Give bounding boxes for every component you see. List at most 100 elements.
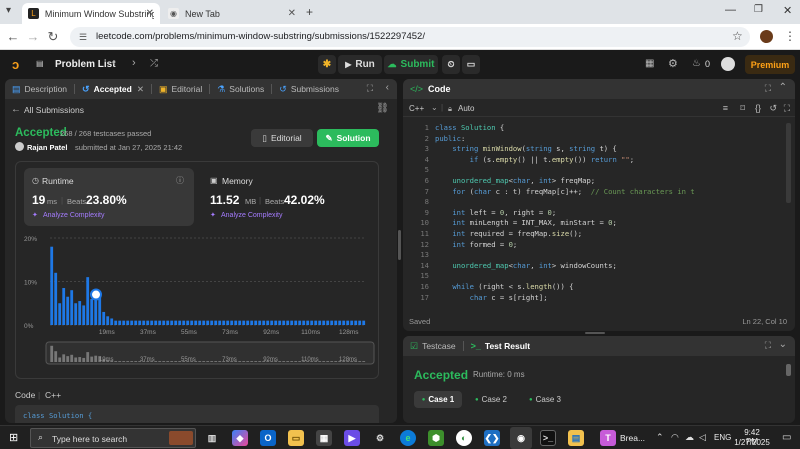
chevron-up-icon[interactable]: ⌃: [656, 432, 664, 443]
chrome-icon[interactable]: ◉: [510, 427, 532, 449]
braces-icon[interactable]: {}: [755, 103, 761, 113]
chart-bar[interactable]: [126, 320, 130, 325]
chart-bar[interactable]: [218, 320, 222, 325]
chart-bar[interactable]: [362, 320, 366, 325]
chart-bar[interactable]: [302, 320, 306, 325]
chart-bar[interactable]: [282, 320, 286, 325]
tab-test-result[interactable]: >_ Test Result: [464, 336, 537, 356]
case-1-button[interactable]: ● Case 1: [414, 391, 462, 408]
shuffle-icon[interactable]: ⤮: [150, 58, 158, 69]
settings-gear-icon[interactable]: ⚙: [372, 430, 388, 446]
submit-button[interactable]: ☁ Submit: [384, 55, 438, 74]
chart-bar[interactable]: [114, 320, 118, 325]
profile-avatar[interactable]: [760, 30, 773, 43]
tab-solutions[interactable]: ⚗ Solutions: [210, 79, 271, 99]
chart-bar[interactable]: [246, 320, 250, 325]
browser-tab-leetcode[interactable]: L Minimum Window Substring - L ✕: [22, 3, 160, 24]
close-window-icon[interactable]: ✕: [783, 4, 792, 17]
chart-bar[interactable]: [110, 318, 114, 325]
memory-card[interactable]: ▣ Memory 11.52 MB | Beats 42.02% ✦ Analy…: [202, 168, 372, 226]
layout-icon[interactable]: ▦: [645, 58, 654, 69]
chart-bar[interactable]: [178, 320, 182, 325]
chart-bar[interactable]: [354, 320, 358, 325]
chart-bar[interactable]: [330, 320, 334, 325]
premium-button[interactable]: Premium: [745, 55, 795, 74]
chart-bar[interactable]: [170, 320, 174, 325]
chart-bar[interactable]: [262, 320, 266, 325]
chart-bar[interactable]: [194, 320, 198, 325]
chart-bar[interactable]: [50, 246, 54, 325]
chart-bar[interactable]: [150, 320, 154, 325]
chart-bar[interactable]: [318, 320, 322, 325]
code-line[interactable]: unordered_map<char, int> windowCounts;: [435, 261, 616, 272]
chart-bar[interactable]: [214, 320, 218, 325]
code-line[interactable]: while (right < s.length()) {: [435, 282, 573, 293]
chart-bar[interactable]: [198, 320, 202, 325]
case-3-button[interactable]: ● Case 3: [521, 391, 569, 408]
language-indicator[interactable]: ENG: [714, 433, 731, 442]
chart-bar[interactable]: [130, 320, 134, 325]
chart-bar[interactable]: [274, 320, 278, 325]
media-player-icon[interactable]: ▶: [344, 430, 360, 446]
username[interactable]: Rajan Patel: [27, 143, 67, 152]
bookmark-star-icon[interactable]: ☆: [732, 29, 743, 43]
panel-resize-handle[interactable]: [398, 230, 401, 260]
collapse-panel-icon[interactable]: ‹: [386, 82, 389, 93]
collapse-panel-icon[interactable]: ⌄: [779, 339, 787, 350]
minecraft-icon[interactable]: ⬢: [428, 430, 444, 446]
chart-bar[interactable]: [234, 320, 238, 325]
chart-bar[interactable]: [82, 305, 86, 325]
chart-bar[interactable]: [162, 320, 166, 325]
next-problem-icon[interactable]: ›: [132, 57, 136, 69]
chart-bar[interactable]: [346, 320, 350, 325]
taskbar-app-label[interactable]: Brea...: [620, 433, 645, 443]
chart-bar[interactable]: [166, 320, 170, 325]
runtime-card[interactable]: ◷ Runtime ⓘ 19 ms | Beats 23.80% ✦ Analy…: [24, 168, 194, 226]
copilot-icon[interactable]: ◆: [232, 430, 248, 446]
new-tab-icon[interactable]: +: [306, 5, 313, 19]
file-explorer-icon[interactable]: ▭: [288, 430, 304, 446]
back-arrow-icon[interactable]: ←: [11, 104, 21, 115]
link-icon[interactable]: ⛓: [376, 103, 389, 114]
all-submissions-link[interactable]: All Submissions: [24, 105, 84, 115]
code-line[interactable]: string minWindow(string s, string t) {: [435, 144, 616, 155]
chart-bar[interactable]: [310, 320, 314, 325]
chart-bar[interactable]: [250, 320, 254, 325]
info-icon[interactable]: ⓘ: [176, 175, 184, 186]
chart-bar[interactable]: [90, 298, 94, 325]
prev-problem-icon[interactable]: ‹: [112, 57, 116, 69]
editorial-button[interactable]: ▯ Editorial: [251, 129, 313, 147]
tab-submissions[interactable]: ↺ Submissions: [272, 79, 346, 99]
maximize-icon[interactable]: ❐: [754, 4, 763, 15]
chart-bar[interactable]: [322, 320, 326, 325]
analyze-complexity-link[interactable]: Analyze Complexity: [43, 212, 104, 219]
chart-bar[interactable]: [222, 320, 226, 325]
problem-list-link[interactable]: Problem List: [55, 59, 116, 70]
chart-bar[interactable]: [102, 311, 106, 325]
code-line[interactable]: if (s.empty() || t.empty()) return "";: [435, 155, 634, 166]
chart-bar[interactable]: [74, 303, 78, 325]
tab-description[interactable]: ▤ Description: [5, 79, 74, 99]
panel-resize-handle[interactable]: [585, 332, 605, 334]
tab-list-icon[interactable]: ▾: [6, 5, 11, 16]
code-line[interactable]: int left = 0, right = 0;: [435, 208, 556, 219]
code-line[interactable]: unordered_map<char, int> freqMap;: [435, 176, 595, 187]
your-runtime-marker[interactable]: [90, 288, 102, 301]
chart-bar[interactable]: [66, 296, 70, 325]
timer-icon[interactable]: ⏲: [442, 55, 460, 74]
wifi-icon[interactable]: ◠: [671, 432, 679, 443]
taskbar-search-box[interactable]: ⌕ Type here to search: [30, 428, 196, 448]
chart-bar[interactable]: [278, 320, 282, 325]
vscode-icon[interactable]: ❮❯: [484, 430, 500, 446]
chart-bar[interactable]: [358, 320, 362, 325]
collapse-panel-icon[interactable]: ⌃: [779, 82, 787, 93]
feather-app-icon[interactable]: ◐: [456, 430, 472, 446]
chart-bar[interactable]: [210, 320, 214, 325]
chart-bar[interactable]: [134, 320, 138, 325]
chart-bar[interactable]: [122, 320, 126, 325]
chart-bar[interactable]: [186, 320, 190, 325]
chart-bar[interactable]: [86, 277, 90, 325]
sticky-app-icon[interactable]: ▤: [568, 430, 584, 446]
notification-icon[interactable]: ▭: [782, 432, 791, 443]
task-view-icon[interactable]: ▥: [204, 430, 220, 446]
